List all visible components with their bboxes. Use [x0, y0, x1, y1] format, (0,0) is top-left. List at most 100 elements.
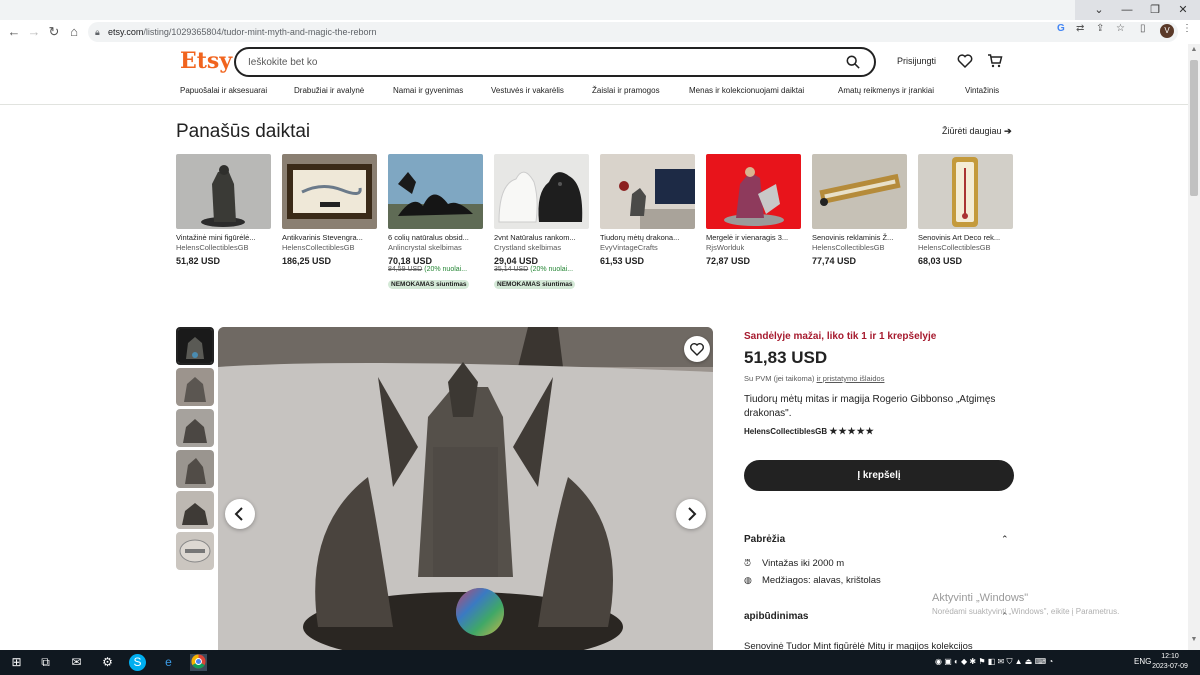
- gallery-thumbnails: [176, 327, 214, 573]
- chevron-right-icon: [688, 507, 697, 521]
- browser-toolbar: ← → ↻ ⌂ 🔒︎ etsy.com/listing/1029365804/t…: [0, 20, 1200, 44]
- task-view-icon[interactable]: ⧉: [37, 654, 54, 671]
- similar-item-card[interactable]: 6 colių natūralus obsid... Anlincrystal …: [388, 154, 483, 291]
- heart-icon: [690, 343, 704, 356]
- windows-taskbar: ⊞ ⧉ ✉ ⚙ S e ◉ ▣ ◐ ◆ ✱ ⚑ ◧ ✉ ⛉ ▲ ⏏ ⌨ ◔ EN…: [0, 650, 1200, 675]
- item-price: 72,87 USD: [706, 256, 751, 266]
- category-item[interactable]: Drabužiai ir avalynė: [294, 86, 364, 95]
- sidepanel-icon[interactable]: ▯: [1140, 23, 1146, 34]
- item-shop: HelensCollectiblesGB: [812, 243, 885, 252]
- scroll-down-icon[interactable]: ▼: [1188, 636, 1200, 648]
- category-item[interactable]: Amatų reikmenys ir įrankiai: [838, 86, 934, 95]
- share-icon[interactable]: ⇪: [1096, 23, 1104, 34]
- favorites-heart-icon[interactable]: [957, 53, 973, 69]
- mail-icon[interactable]: ✉: [68, 654, 85, 671]
- product-title: Tiudorų mėtų mitas ir magija Rogerio Gib…: [744, 394, 996, 419]
- similar-item-card[interactable]: Antikvarinis Stevengra... HelensCollecti…: [282, 154, 377, 266]
- google-icon[interactable]: G: [1057, 23, 1065, 34]
- address-bar[interactable]: 🔒︎ etsy.com/listing/1029365804/tudor-min…: [88, 22, 1178, 42]
- item-price: 68,03 USD: [918, 256, 963, 266]
- prev-image-button[interactable]: [225, 499, 255, 529]
- scrollbar-thumb[interactable]: [1190, 60, 1198, 196]
- seller-name[interactable]: HelensCollectiblesGB: [744, 427, 827, 436]
- clock-time: 12:10: [1161, 653, 1179, 660]
- shipping-cost-link[interactable]: ir pristatymo išlaidos: [817, 374, 885, 383]
- item-strikethrough-price: 84,59 USD: [388, 266, 423, 273]
- similar-item-card[interactable]: 2vnt Natūralus rankom... Crystland skelb…: [494, 154, 589, 291]
- settings-gear-icon[interactable]: ⚙: [99, 654, 116, 671]
- rating-stars[interactable]: ★★★★★: [829, 426, 874, 436]
- reload-icon[interactable]: ↻: [45, 23, 63, 41]
- next-image-button[interactable]: [676, 499, 706, 529]
- similar-item-card[interactable]: Senovinis Art Deco rek... HelensCollecti…: [918, 154, 1013, 266]
- gallery-thumbnail[interactable]: [176, 368, 214, 406]
- category-item[interactable]: Namai ir gyvenimas: [393, 86, 463, 95]
- restore-button[interactable]: ❐: [1141, 0, 1169, 20]
- profile-avatar[interactable]: V: [1160, 24, 1174, 38]
- vintage-clock-icon: ⏰︎: [744, 558, 752, 568]
- gallery-thumbnail[interactable]: [176, 532, 214, 570]
- product-price: 51,83 USD: [744, 348, 828, 367]
- gallery-thumbnail[interactable]: [176, 450, 214, 488]
- tray-icons[interactable]: ◉ ▣ ◐ ◆ ✱ ⚑ ◧ ✉ ⛉ ▲ ⏏ ⌨ ◔: [935, 657, 1053, 667]
- description-header[interactable]: apibūdinimas: [744, 611, 808, 622]
- chrome-icon[interactable]: [190, 654, 207, 671]
- search-input[interactable]: [236, 49, 816, 75]
- minimize-button[interactable]: —: [1113, 0, 1141, 20]
- cart-icon[interactable]: [987, 53, 1003, 69]
- home-icon[interactable]: ⌂: [65, 23, 83, 41]
- tab-search-icon[interactable]: ⌄: [1085, 0, 1113, 20]
- gallery-thumbnail[interactable]: [176, 409, 214, 447]
- tab-strip: ⌄ — ❐ ✕: [0, 0, 1200, 20]
- see-more-link[interactable]: Žiūrėti daugiau ➔: [942, 126, 1012, 137]
- similar-item-card[interactable]: Vintažinė mini figūrėlė... HelensCollect…: [176, 154, 271, 266]
- item-shop: HelensCollectiblesGB: [176, 243, 249, 252]
- item-price: 29,04 USD: [494, 256, 539, 266]
- item-name: Senovinis Art Deco rek...: [918, 233, 1001, 242]
- scroll-up-icon[interactable]: ▲: [1188, 46, 1200, 58]
- language-indicator[interactable]: ENG: [1134, 657, 1151, 666]
- similar-item-card[interactable]: Mergelė ir vienaragis 3... RjsWorlduk 72…: [706, 154, 801, 266]
- item-shop: Anlincrystal skelbimas: [388, 243, 462, 252]
- similar-item-card[interactable]: Tiudorų mėtų drakona... EvyVintageCrafts…: [600, 154, 695, 266]
- category-item[interactable]: Papuošalai ir aksesuarai: [180, 86, 267, 95]
- favorite-button[interactable]: [684, 336, 710, 362]
- browser-menu-icon[interactable]: ⋮: [1182, 23, 1192, 34]
- category-item[interactable]: Vestuvės ir vakarėlis: [491, 86, 564, 95]
- main-product-image[interactable]: [218, 327, 713, 650]
- item-name: Senovinis reklaminis Ž...: [812, 233, 894, 242]
- category-item[interactable]: Žaislai ir pramogos: [592, 86, 660, 95]
- etsy-logo[interactable]: Etsy: [180, 48, 232, 74]
- description-preview: Senovinė Tudor Mint figūrėlė Mitų ir mag…: [744, 641, 973, 650]
- page-scrollbar[interactable]: ▲ ▼: [1188, 44, 1200, 650]
- translate-icon[interactable]: ⇄: [1076, 23, 1084, 34]
- active-tab[interactable]: [0, 0, 1075, 20]
- chevron-up-icon[interactable]: ⌃: [1001, 534, 1009, 545]
- search-icon[interactable]: [846, 55, 860, 69]
- back-icon[interactable]: ←: [5, 23, 23, 41]
- category-item[interactable]: Vintažinis: [965, 86, 999, 95]
- gallery-thumbnail[interactable]: [176, 491, 214, 529]
- add-to-cart-button[interactable]: Į krepšelį: [744, 460, 1014, 491]
- item-old-price: 35,14 USD (20% nuolai...: [494, 266, 589, 273]
- highlights-header[interactable]: Pabrėžia: [744, 534, 785, 545]
- category-item[interactable]: Menas ir kolekcionuojami daiktai: [689, 86, 804, 95]
- clock-date: 2023-07-09: [1152, 663, 1188, 670]
- bookmark-star-icon[interactable]: ☆: [1116, 23, 1125, 34]
- windows-activation-subtitle: Norėdami suaktyvinti „Windows", eikite į…: [932, 607, 1120, 616]
- item-shop: RjsWorlduk: [706, 243, 745, 252]
- system-clock[interactable]: 12:10 2023-07-09: [1150, 652, 1190, 672]
- edge-icon[interactable]: e: [160, 654, 177, 671]
- similar-item-card[interactable]: Senovinis reklaminis Ž... HelensCollecti…: [812, 154, 907, 266]
- close-window-button[interactable]: ✕: [1169, 0, 1197, 20]
- item-price: 51,82 USD: [176, 256, 221, 266]
- item-name: Mergelė ir vienaragis 3...: [706, 233, 789, 242]
- seller-info: HelensCollectiblesGB ★★★★★: [744, 426, 875, 437]
- forward-icon[interactable]: →: [25, 23, 43, 41]
- skype-icon[interactable]: S: [129, 654, 146, 671]
- gallery-thumbnail[interactable]: [176, 327, 214, 365]
- materials-icon: ◍: [744, 575, 752, 585]
- item-thumbnail: [918, 154, 1013, 229]
- windows-start-icon[interactable]: ⊞: [8, 654, 25, 671]
- signin-link[interactable]: Prisijungti: [897, 56, 936, 66]
